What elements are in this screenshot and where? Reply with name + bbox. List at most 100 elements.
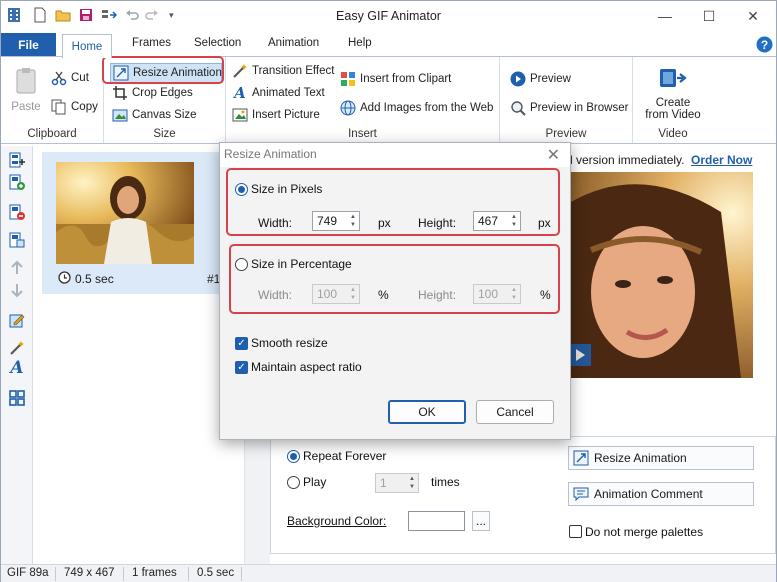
resize-animation-dialog: Resize Animation ✕ Size in Pixels Width:… (219, 142, 571, 440)
width-px-unit: px (378, 216, 391, 230)
crop-icon (112, 85, 128, 101)
maintain-aspect-checkbox[interactable]: ✓ (235, 361, 248, 374)
preview-label: Preview (530, 73, 571, 85)
width-px-label: Width: (258, 216, 293, 230)
delete-frame-icon[interactable] (9, 204, 25, 220)
no-merge-palettes-label: Do not merge palettes (585, 525, 704, 539)
frame-duration: 0.5 sec (75, 272, 114, 286)
height-pct-input[interactable]: 100 ▲ ▼ (473, 284, 521, 304)
order-now-link[interactable]: Order Now (691, 153, 752, 167)
video-group: Create from Video Video (633, 57, 713, 143)
height-pct-spin-arrows[interactable]: ▲ ▼ (509, 286, 519, 302)
width-px-spin-arrows[interactable]: ▲ ▼ (348, 213, 358, 229)
width-pct-unit: % (378, 288, 389, 302)
tab-selection[interactable]: Selection (194, 37, 241, 49)
status-frames: 1 frames (132, 567, 177, 579)
maximize-button[interactable]: ☐ (687, 1, 731, 31)
duplicate-frame-icon[interactable] (9, 232, 25, 248)
effects-wand-icon[interactable] (9, 340, 25, 356)
dialog-title-bar: Resize Animation ✕ (220, 143, 570, 167)
ribbon-tabs: File Home Frames Selection Animation Hel… (1, 33, 776, 58)
move-down-icon[interactable] (9, 282, 25, 298)
frame-thumbnail[interactable] (56, 162, 194, 264)
canvas-size-label: Canvas Size (132, 109, 197, 121)
video-convert-icon (660, 69, 687, 87)
smooth-resize-checkbox[interactable]: ✓ (235, 337, 248, 350)
globe-icon (340, 100, 356, 116)
animated-text-button[interactable]: A Animated Text (232, 84, 325, 102)
background-color-browse-button[interactable]: ... (472, 511, 490, 531)
height-pct-value: 100 (478, 287, 499, 301)
no-merge-palettes-checkbox[interactable] (569, 525, 582, 538)
grid-view-icon[interactable] (9, 390, 25, 406)
text-tool-icon[interactable]: A (9, 360, 25, 377)
size-in-pixels-radio[interactable] (235, 183, 248, 196)
status-separator (188, 567, 189, 581)
cancel-button[interactable]: Cancel (476, 400, 554, 424)
play-count-value: 1 (380, 476, 387, 490)
background-color-label: Background Color: (287, 514, 387, 528)
tab-file[interactable]: File (1, 33, 56, 57)
width-px-input[interactable]: 749 ▲ ▼ (312, 211, 360, 231)
height-px-unit: px (538, 216, 551, 230)
repeat-forever-label: Repeat Forever (303, 449, 387, 463)
add-images-web-button[interactable]: Add Images from the Web (340, 100, 493, 116)
create-label-line1: Create (655, 97, 691, 109)
dialog-close-icon[interactable]: ✕ (547, 145, 560, 165)
app-window: ▾ Easy GIF Animator — ☐ ✕ File Home Fram… (0, 0, 777, 582)
help-icon[interactable]: ? (756, 36, 773, 53)
transition-effect-button[interactable]: Transition Effect (232, 63, 334, 79)
play-count-spinner[interactable]: 1 ▲ ▼ (375, 473, 419, 493)
edit-frame-icon[interactable] (9, 312, 25, 328)
move-up-icon[interactable] (9, 260, 25, 276)
status-separator (123, 567, 124, 581)
status-dimensions: 749 x 467 (64, 567, 115, 579)
play-overlay-icon[interactable] (569, 344, 591, 366)
tab-home[interactable]: Home (62, 34, 112, 58)
paste-button[interactable]: Paste (9, 67, 43, 113)
play-radio[interactable] (287, 476, 300, 489)
insert-group: Transition Effect A Animated Text Insert… (226, 57, 500, 143)
cut-button[interactable]: Cut (51, 70, 89, 86)
preview-button[interactable]: Preview (510, 71, 571, 87)
tab-help[interactable]: Help (348, 37, 372, 49)
crop-edges-button[interactable]: Crop Edges (112, 85, 193, 101)
status-format: GIF 89a (7, 567, 49, 579)
magic-wand-icon (232, 63, 248, 79)
height-px-input[interactable]: 467 ▲ ▼ (473, 211, 521, 231)
create-from-video-button[interactable]: Create from Video (639, 65, 707, 121)
minimize-button[interactable]: — (643, 1, 687, 31)
play-circle-icon (510, 71, 526, 87)
animation-properties-panel: Repeat Forever Play 1 ▲ ▼ times Backgroun… (270, 436, 776, 554)
resize-animation-side-button[interactable]: Resize Animation (568, 446, 754, 470)
animation-comment-button[interactable]: Animation Comment (568, 482, 754, 506)
ribbon-resize-highlight (102, 56, 224, 84)
ok-button[interactable]: OK (388, 400, 466, 424)
add-frames-icon[interactable] (9, 152, 25, 168)
crop-edges-label: Crop Edges (132, 87, 193, 99)
clipboard-group-label: Clipboard (27, 128, 77, 140)
height-px-spin-arrows[interactable]: ▲ ▼ (509, 213, 519, 229)
width-pct-spin-arrows[interactable]: ▲ ▼ (348, 286, 358, 302)
insert-picture-button[interactable]: Insert Picture (232, 107, 320, 123)
browser-search-icon (510, 100, 526, 116)
background-color-swatch[interactable] (408, 511, 465, 531)
tab-animation[interactable]: Animation (268, 37, 319, 49)
preview-browser-button[interactable]: Preview in Browser (510, 100, 628, 116)
svg-text:?: ? (761, 38, 768, 52)
canvas-size-button[interactable]: Canvas Size (112, 107, 197, 123)
smooth-resize-label: Smooth resize (251, 336, 328, 350)
insert-frame-icon[interactable] (9, 174, 25, 190)
copy-button[interactable]: Copy (51, 99, 98, 115)
close-button[interactable]: ✕ (731, 1, 775, 31)
size-in-percentage-radio[interactable] (235, 258, 248, 271)
width-pct-input[interactable]: 100 ▲ ▼ (312, 284, 360, 304)
play-label: Play (303, 475, 327, 489)
play-count-arrows[interactable]: ▲ ▼ (407, 475, 417, 491)
insert-clipart-button[interactable]: Insert from Clipart (340, 71, 451, 87)
height-pct-label: Height: (418, 288, 457, 302)
tab-frames[interactable]: Frames (132, 37, 171, 49)
clipart-icon (340, 71, 356, 87)
frame-card[interactable]: 0.5 sec #1 (42, 152, 244, 294)
repeat-forever-radio[interactable] (287, 450, 300, 463)
